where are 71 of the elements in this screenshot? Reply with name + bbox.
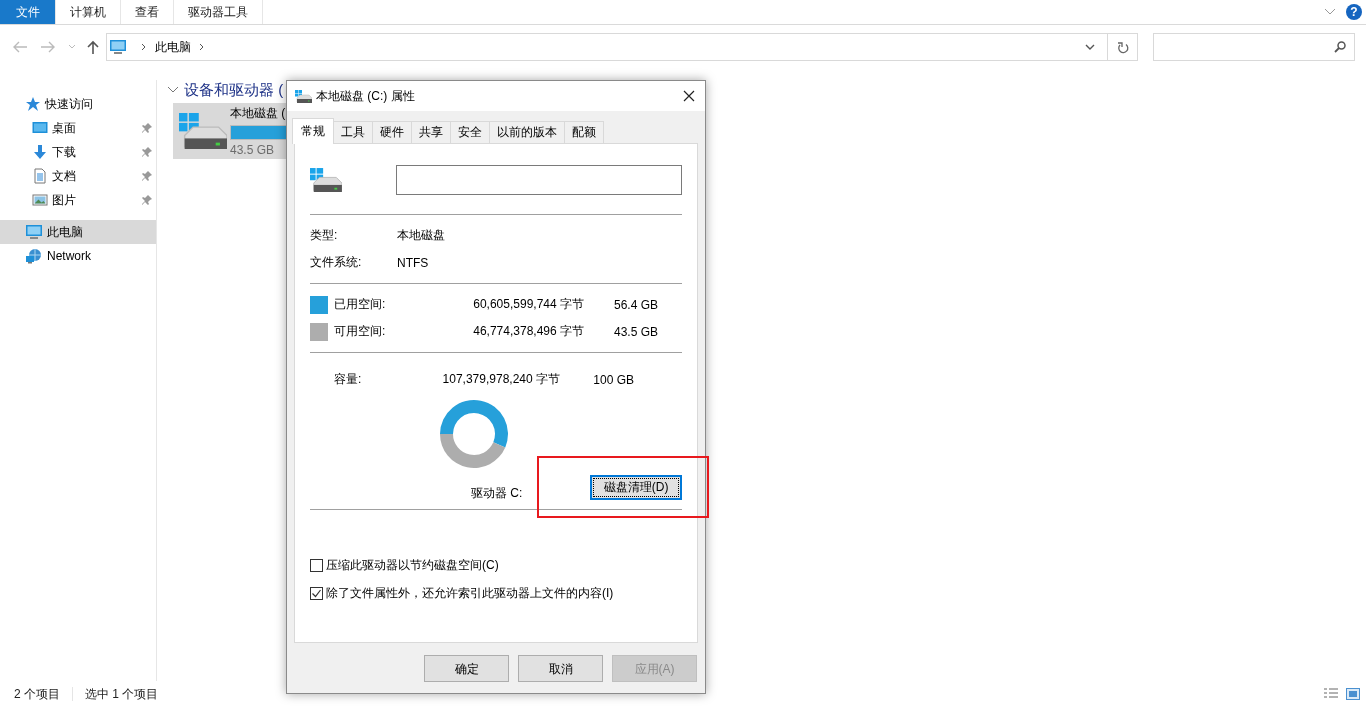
tab[interactable]: 配额: [564, 121, 604, 143]
property-value: NTFS: [397, 255, 429, 270]
checkbox[interactable]: [310, 586, 323, 600]
address-bar[interactable]: 此电脑: [106, 33, 1108, 61]
checkbox[interactable]: [310, 558, 323, 572]
refresh-icon: [1116, 40, 1129, 54]
space-label: 容量:: [334, 371, 363, 388]
property-label: 文件系统:: [310, 254, 363, 271]
name-field[interactable]: [395, 165, 682, 195]
search-field[interactable]: [1153, 33, 1355, 61]
chevron-down-icon[interactable]: [1085, 44, 1095, 50]
monitor-icon: [32, 120, 48, 136]
large-icons-view-icon[interactable]: [1346, 688, 1360, 700]
sidebar-item[interactable]: 下载: [0, 140, 156, 164]
ribbon-tab[interactable]: 驱动器工具: [174, 0, 263, 24]
status-text: 2 个项目: [14, 685, 60, 703]
group-heading: 设备和驱动器 (: [184, 80, 284, 100]
image-icon: [32, 192, 48, 208]
ribbon-tab[interactable]: 查看: [121, 0, 174, 24]
size-value: 56.4 GB: [612, 297, 658, 312]
tab[interactable]: 常规: [292, 118, 334, 144]
space-label: 已用空间:: [334, 296, 387, 313]
checkbox-label[interactable]: 除了文件属性外，还允许索引此驱动器上文件的内容(I): [326, 584, 614, 602]
details-view-icon[interactable]: [1324, 688, 1338, 700]
chevron-right-icon: [199, 43, 205, 51]
forward-arrow-icon[interactable]: [40, 41, 56, 53]
down-arrow-icon: [32, 144, 48, 160]
star-icon: [25, 96, 41, 112]
checkbox-label[interactable]: 压缩此驱动器以节约磁盘空间(C): [326, 556, 499, 574]
space-label: 可用空间:: [334, 323, 387, 340]
drive-icon: [310, 168, 342, 192]
sidebar-item[interactable]: Network: [0, 244, 156, 268]
dialog-button[interactable]: 确定: [424, 655, 509, 682]
network-icon: [25, 248, 43, 264]
breadcrumb-item[interactable]: 此电脑: [155, 38, 191, 56]
byte-count: 107,379,978,240 字节: [441, 371, 560, 388]
help-button[interactable]: ?: [1346, 4, 1362, 20]
size-value: 43.5 GB: [612, 324, 658, 339]
dialog-title: 本地磁盘 (C:) 属性: [316, 87, 415, 105]
sidebar-item[interactable]: 快速访问: [0, 92, 156, 116]
search-icon: [1334, 41, 1346, 53]
status-text: 选中 1 个项目: [85, 685, 159, 703]
close-icon[interactable]: [683, 90, 695, 102]
chevron-down-icon[interactable]: [167, 86, 179, 94]
computer-icon: [25, 224, 43, 240]
back-arrow-icon[interactable]: [12, 41, 28, 53]
property-value: 本地磁盘: [397, 227, 445, 244]
byte-count: 46,774,378,496 字节: [472, 323, 584, 340]
chevron-right-icon: [141, 43, 147, 51]
free-space-text: 43.5 GB: [230, 143, 276, 157]
donut-slice: [440, 434, 506, 468]
up-arrow-icon[interactable]: [86, 40, 100, 54]
drive-name: 本地磁盘 (: [230, 105, 287, 122]
byte-count: 60,605,599,744 字节: [472, 296, 584, 313]
sidebar-item[interactable]: 文档: [0, 164, 156, 188]
computer-icon: [109, 39, 127, 55]
drive-icon: [295, 89, 312, 103]
sidebar-item[interactable]: 桌面: [0, 116, 156, 140]
document-icon: [32, 168, 48, 184]
disk-cleanup-button[interactable]: 磁盘清理(D): [590, 474, 682, 500]
sidebar-item[interactable]: 此电脑: [0, 220, 156, 244]
drive-label: 驱动器 C:: [471, 484, 524, 502]
property-label: 类型:: [310, 227, 339, 244]
file-menu-tab[interactable]: 文件: [0, 0, 56, 24]
drive-icon: [179, 113, 227, 149]
donut-slice: [440, 400, 508, 448]
size-value: 100 GB: [592, 372, 634, 387]
refresh-button[interactable]: [1108, 33, 1138, 61]
ribbon-tab[interactable]: 计算机: [56, 0, 121, 24]
dialog-button[interactable]: 取消: [518, 655, 603, 682]
sidebar-item[interactable]: 图片: [0, 188, 156, 212]
